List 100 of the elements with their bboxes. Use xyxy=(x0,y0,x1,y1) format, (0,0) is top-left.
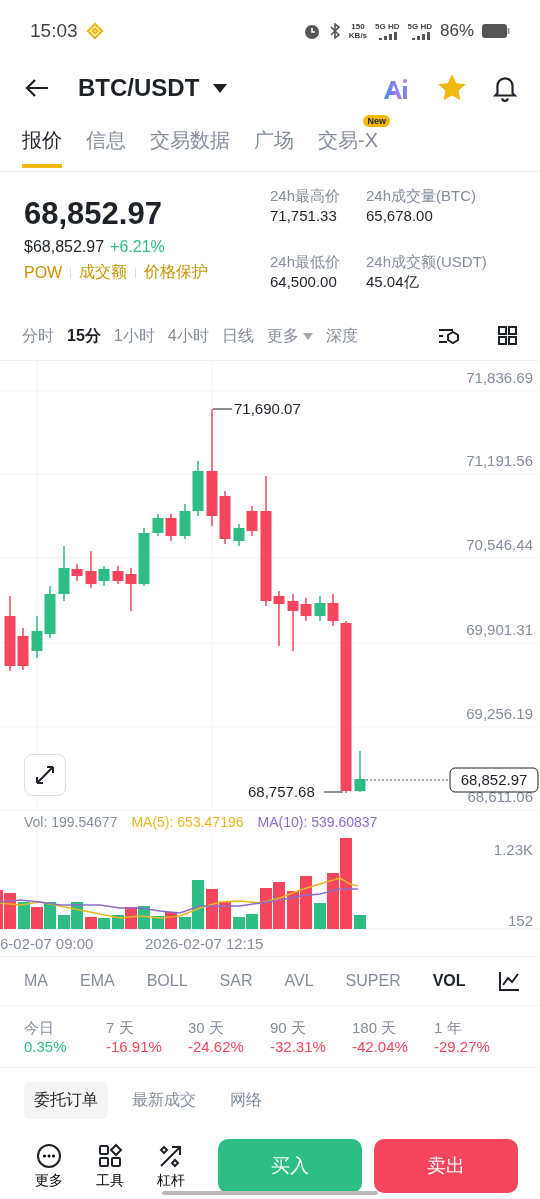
stat-label: 24h最高价 xyxy=(270,186,342,206)
battery-icon xyxy=(482,24,510,38)
period-change: -16.91% xyxy=(106,1037,163,1056)
volume-bar xyxy=(44,902,56,929)
shapes-icon xyxy=(96,1142,123,1169)
indicator-tab[interactable]: BOLL xyxy=(146,972,188,990)
candle xyxy=(233,523,245,547)
cellular-signal: 5G HD xyxy=(407,22,432,40)
last-price: 68,852.97 xyxy=(24,196,163,232)
volume-bar xyxy=(246,914,258,929)
candle xyxy=(314,595,326,622)
battery-percent: 86% xyxy=(439,21,474,41)
line-chart-icon[interactable] xyxy=(497,970,520,992)
price-axis-label: 71,836.69 xyxy=(466,369,533,386)
interval-option[interactable]: 15分 xyxy=(67,325,101,347)
notification-bell-icon[interactable] xyxy=(492,74,518,102)
trading-pair-title: BTC/USDT xyxy=(78,74,200,102)
volume-bar xyxy=(18,902,30,929)
stat-label: 24h最低价 xyxy=(270,252,342,272)
toolbar-item[interactable]: 杠杆 xyxy=(144,1142,198,1190)
interval-option[interactable]: 4小时 xyxy=(167,325,209,347)
tab[interactable]: 信息 xyxy=(86,117,126,168)
status-time: 15:03 xyxy=(30,20,78,42)
candle xyxy=(152,513,164,537)
tab[interactable]: 交易数据 xyxy=(150,117,230,168)
volume-bar xyxy=(287,891,299,929)
candle xyxy=(138,527,150,587)
indicator-tab[interactable]: SAR xyxy=(219,972,253,990)
order-tab[interactable]: 网络 xyxy=(220,1082,272,1119)
buy-button[interactable]: 买入 xyxy=(217,1139,362,1193)
price-axis-label: 69,901.31 xyxy=(466,621,533,638)
volume-bar xyxy=(273,882,285,929)
toolbar-item[interactable]: 更多 xyxy=(22,1142,76,1190)
tab[interactable]: 报价 xyxy=(22,117,62,168)
bluetooth-icon xyxy=(328,22,341,40)
toolbar-item[interactable]: 工具 xyxy=(83,1142,137,1190)
stat-value: 71,751.33 xyxy=(270,206,338,226)
interval-option[interactable]: 深度 xyxy=(325,325,358,347)
current-price-tag: 68,852.97 xyxy=(449,767,539,793)
interval-option[interactable]: 日线 xyxy=(221,325,254,347)
tag-link[interactable]: 成交额 xyxy=(79,262,128,283)
period-label: 30 天 xyxy=(188,1018,225,1037)
price-axis-label: 69,256.19 xyxy=(466,705,533,722)
time-axis-label: 6-02-07 09:00 xyxy=(0,935,94,952)
period-label: 180 天 xyxy=(352,1018,398,1037)
volume-axis-label: 152 xyxy=(507,912,533,929)
stat-value: 45.04亿 xyxy=(366,272,420,292)
volume-bar xyxy=(233,917,245,929)
indicator-tab[interactable]: VOL xyxy=(432,972,466,990)
candle xyxy=(31,615,43,659)
alarm-icon xyxy=(302,22,321,40)
price-axis-label: 70,546.44 xyxy=(466,536,533,553)
volume-bar xyxy=(85,917,97,929)
volume-bar xyxy=(31,907,43,929)
volume-bar xyxy=(260,888,272,929)
cellular-signal: 5G HD xyxy=(375,22,400,40)
candle xyxy=(44,585,56,639)
stat-value: 64,500.00 xyxy=(270,272,338,292)
interval-option[interactable]: 1小时 xyxy=(113,325,155,347)
candle xyxy=(165,513,177,542)
volume-value: Vol: 199.54677 xyxy=(24,814,118,830)
order-tab[interactable]: 委托订单 xyxy=(24,1082,108,1119)
stat-label: 24h成交量(BTC) xyxy=(366,186,478,206)
favorite-star-icon[interactable] xyxy=(438,74,466,102)
dropdown-caret-icon[interactable] xyxy=(213,83,228,93)
expand-icon xyxy=(34,764,56,786)
volume-bar xyxy=(98,918,110,929)
more-icon xyxy=(35,1142,62,1169)
period-change: -29.27% xyxy=(434,1037,491,1056)
period-label: 1 年 xyxy=(434,1018,463,1037)
interval-option[interactable]: 分时 xyxy=(22,325,54,347)
candle xyxy=(354,750,366,793)
period-change: 0.35% xyxy=(24,1037,68,1056)
fullscreen-button[interactable] xyxy=(24,754,66,796)
volume-axis-label: 1.23K xyxy=(493,841,533,858)
tag-link[interactable]: POW xyxy=(24,263,63,282)
indicator-tab[interactable]: AVL xyxy=(284,972,314,990)
volume-bar xyxy=(152,916,164,929)
tab[interactable]: 广场 xyxy=(254,117,294,168)
interval-option[interactable]: 更多 xyxy=(266,325,313,347)
indicator-tab[interactable]: MA xyxy=(24,972,48,990)
stat-value: 65,678.00 xyxy=(366,206,434,226)
period-change: -42.04% xyxy=(352,1037,409,1056)
tag-link[interactable]: 价格保护 xyxy=(144,262,209,283)
period-label: 90 天 xyxy=(270,1018,307,1037)
indicator-tab[interactable]: SUPER xyxy=(345,972,401,990)
usd-price: $68,852.97 xyxy=(24,238,105,256)
back-button[interactable] xyxy=(24,78,50,98)
indicator-tab[interactable]: EMA xyxy=(80,972,115,990)
caret-icon xyxy=(302,332,313,340)
network-speed: 150 KB/s xyxy=(348,22,368,40)
period-change: -24.62% xyxy=(188,1037,245,1056)
grid-layout-icon[interactable] xyxy=(498,326,518,346)
period-change: -32.31% xyxy=(270,1037,327,1056)
volume-bar xyxy=(354,915,366,929)
sell-button[interactable]: 卖出 xyxy=(373,1139,518,1193)
volume-bar xyxy=(300,876,312,929)
chart-settings-icon[interactable] xyxy=(437,326,461,346)
order-tab[interactable]: 最新成交 xyxy=(122,1082,206,1119)
app-logo-icon xyxy=(85,22,104,40)
